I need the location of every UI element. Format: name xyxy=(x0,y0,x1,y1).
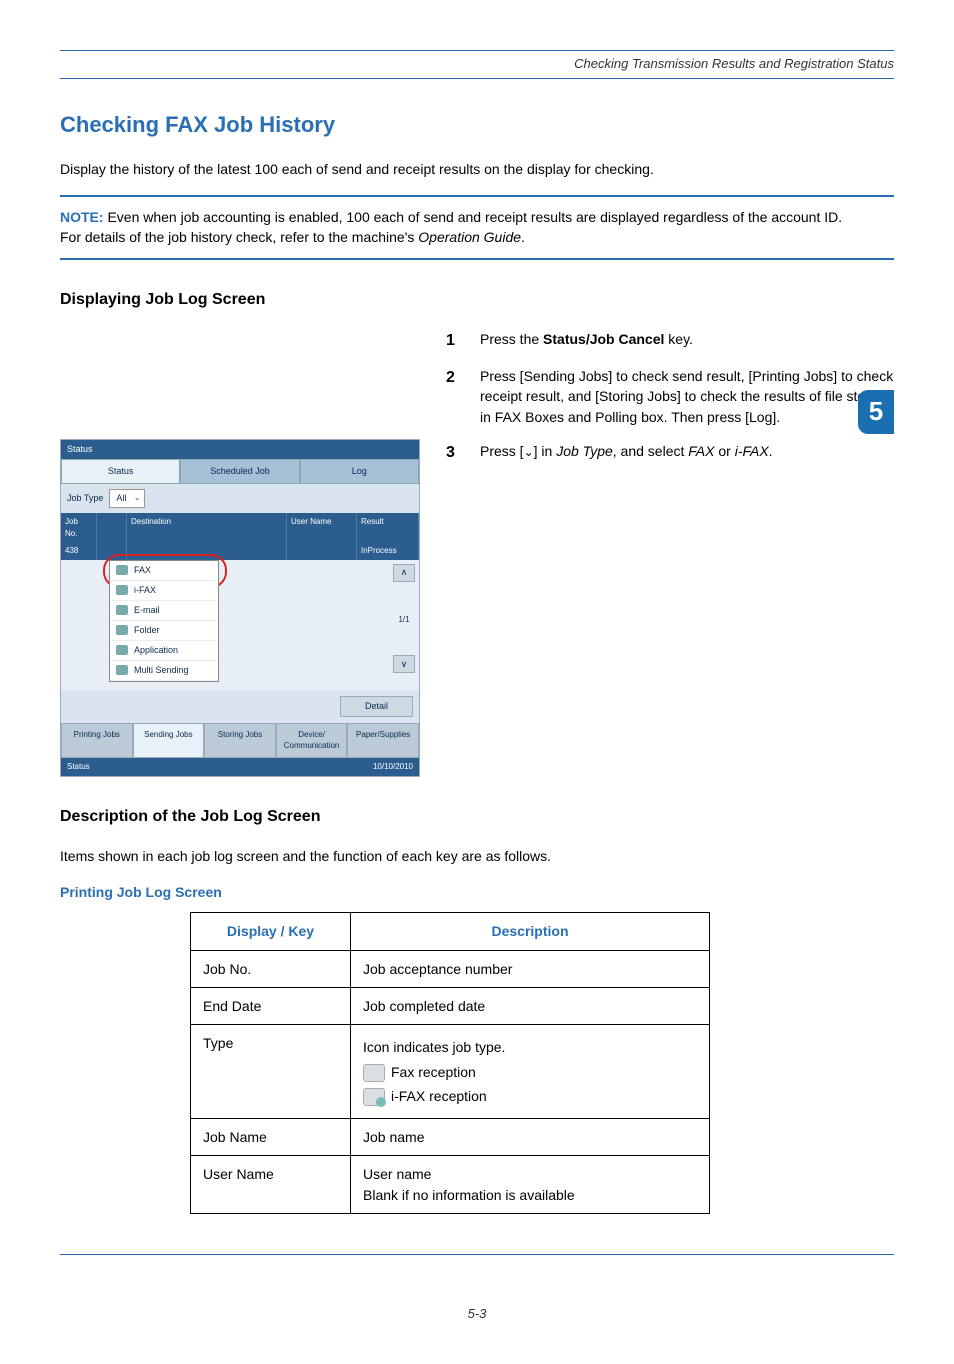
ifax-icon xyxy=(116,585,128,595)
table-row: TypeIcon indicates job type.Fax receptio… xyxy=(191,1025,710,1119)
step-text: Press [⌄] in Job Type, and select FAX or… xyxy=(480,441,773,464)
tab-scheduled-job[interactable]: Scheduled Job xyxy=(180,459,299,484)
tab-printing-jobs[interactable]: Printing Jobs xyxy=(61,723,133,758)
step-text: Press [Sending Jobs] to check send resul… xyxy=(480,366,894,427)
note-line1: Even when job accounting is enabled, 100… xyxy=(104,209,843,225)
multi-sending-icon xyxy=(116,665,128,675)
shot-footer-left: Status xyxy=(67,761,90,773)
cell-value: Job acceptance number xyxy=(351,950,710,987)
description-table: Display / Key Description Job No.Job acc… xyxy=(190,912,710,1214)
application-icon xyxy=(116,645,128,655)
subhead-displaying: Displaying Job Log Screen xyxy=(60,288,894,311)
col-attach-icon xyxy=(97,513,127,542)
step-item: 2 Press [Sending Jobs] to check send resu… xyxy=(446,366,894,427)
ifax-reception-icon xyxy=(363,1088,385,1106)
cell-key: Type xyxy=(191,1025,351,1119)
tab-sending-jobs[interactable]: Sending Jobs xyxy=(133,723,205,758)
opt-application[interactable]: Application xyxy=(110,641,218,661)
cell-key: Job Name xyxy=(191,1119,351,1156)
cell-destination xyxy=(127,542,287,560)
page-up-button[interactable]: ∧ xyxy=(393,564,415,582)
table-row: User NameUser name Blank if no informati… xyxy=(191,1156,710,1214)
table-row[interactable]: 438 InProcess xyxy=(61,542,419,560)
cell-user xyxy=(287,542,357,560)
step-item: 3 Press [⌄] in Job Type, and select FAX o… xyxy=(446,441,894,464)
detail-button[interactable]: Detail xyxy=(340,696,413,717)
tab-status[interactable]: Status xyxy=(61,459,180,484)
step-text: Press the Status/Job Cancel key. xyxy=(480,329,693,352)
subhead-description: Description of the Job Log Screen xyxy=(60,805,894,828)
opt-ifax[interactable]: i-FAX xyxy=(110,581,218,601)
col-user-name: User Name xyxy=(287,513,357,542)
opt-folder[interactable]: Folder xyxy=(110,621,218,641)
blue-subhead: Printing Job Log Screen xyxy=(60,882,894,902)
table-row: Job NameJob name xyxy=(191,1119,710,1156)
chapter-badge: 5 xyxy=(858,390,894,434)
step-number: 2 xyxy=(446,366,464,427)
step-number: 1 xyxy=(446,329,464,352)
cell-key: Job No. xyxy=(191,950,351,987)
note-block: NOTE: Even when job accounting is enable… xyxy=(60,195,894,260)
cell-value: Job name xyxy=(351,1119,710,1156)
cell-key: End Date xyxy=(191,987,351,1024)
table-header-row: Job No. Destination User Name Result xyxy=(61,513,419,542)
intro-paragraph: Display the history of the latest 100 ea… xyxy=(60,159,894,179)
col-result: Result xyxy=(357,513,419,542)
opt-fax[interactable]: FAX xyxy=(110,561,218,581)
cell-value: User name Blank if no information is ava… xyxy=(351,1156,710,1214)
jobtype-label: Job Type xyxy=(67,492,103,505)
jobtype-dropdown[interactable]: All ⌄ xyxy=(109,489,145,508)
fax-reception-icon xyxy=(363,1064,385,1082)
page-down-button[interactable]: ∨ xyxy=(393,655,415,673)
shot-footer-right: 10/10/2010 xyxy=(373,761,413,773)
tab-paper-supplies[interactable]: Paper/Supplies xyxy=(347,723,419,758)
note-line2a: For details of the job history check, re… xyxy=(60,229,418,245)
table-row: End DateJob completed date xyxy=(191,987,710,1024)
note-line2c: . xyxy=(521,229,525,245)
email-icon xyxy=(116,605,128,615)
fax-icon xyxy=(116,565,128,575)
cell-job-no: 438 xyxy=(61,542,97,560)
col-destination: Destination xyxy=(127,513,287,542)
page-count: 1/1 xyxy=(393,584,415,656)
step-number: 3 xyxy=(446,441,464,464)
cell-value: Job completed date xyxy=(351,987,710,1024)
chevron-down-icon: ⌄ xyxy=(134,492,141,504)
folder-icon xyxy=(116,625,128,635)
jobtype-dropdown-list[interactable]: FAX i-FAX E-mail Folder Application Mult… xyxy=(109,560,219,682)
tab-device-communication[interactable]: Device/ Communication xyxy=(276,723,348,758)
th-description: Description xyxy=(351,913,710,950)
desc-intro: Items shown in each job log screen and t… xyxy=(60,846,894,866)
col-job-no: Job No. xyxy=(61,513,97,542)
page-title: Checking FAX Job History xyxy=(60,109,894,141)
cell-result: InProcess xyxy=(357,542,419,560)
opt-multi-sending[interactable]: Multi Sending xyxy=(110,661,218,681)
opt-email[interactable]: E-mail xyxy=(110,601,218,621)
cell-value: Icon indicates job type.Fax receptioni-F… xyxy=(351,1025,710,1119)
cell-key: User Name xyxy=(191,1156,351,1214)
table-row: Job No.Job acceptance number xyxy=(191,950,710,987)
status-screenshot: Status Status Scheduled Job Log Job Type… xyxy=(60,439,420,777)
page-number: 5-3 xyxy=(60,1305,894,1324)
tab-storing-jobs[interactable]: Storing Jobs xyxy=(204,723,276,758)
running-title: Checking Transmission Results and Regist… xyxy=(574,55,894,74)
shot-titlebar: Status xyxy=(61,440,419,459)
th-display-key: Display / Key xyxy=(191,913,351,950)
note-label: NOTE: xyxy=(60,209,104,225)
tab-log[interactable]: Log xyxy=(300,459,419,484)
cell-attach xyxy=(97,542,127,560)
note-line2b: Operation Guide xyxy=(418,229,521,245)
step-item: 1 Press the Status/Job Cancel key. xyxy=(446,329,894,352)
jobtype-selected: All xyxy=(116,492,126,505)
